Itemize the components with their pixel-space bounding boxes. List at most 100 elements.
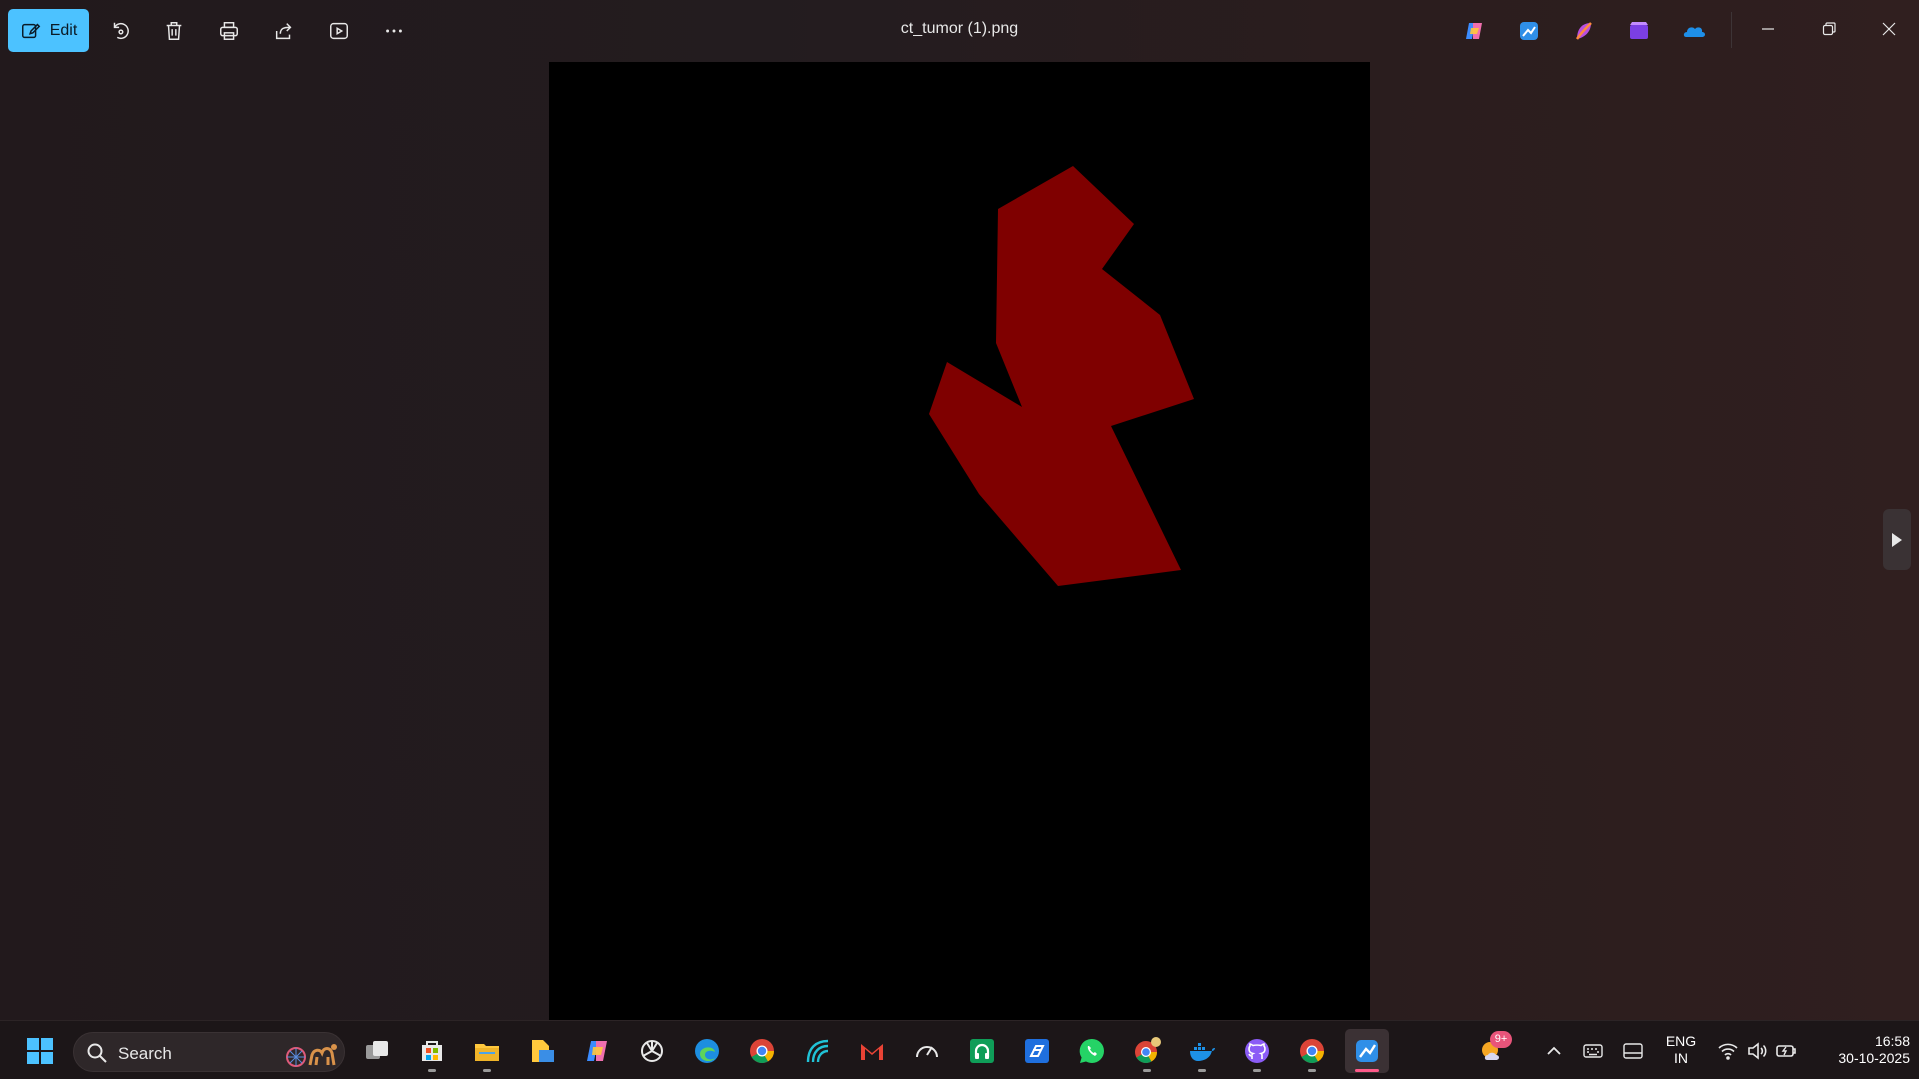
restore-icon bbox=[1822, 22, 1836, 36]
language-indicator[interactable]: ENG IN bbox=[1659, 1033, 1703, 1067]
language-code: ENG bbox=[1665, 1033, 1697, 1049]
running-indicator bbox=[1198, 1069, 1206, 1072]
close-icon bbox=[1882, 22, 1896, 36]
edit-image-icon bbox=[21, 23, 40, 38]
title-bar: Edit ct_tumor (1).png bbox=[0, 0, 1919, 61]
start-button[interactable] bbox=[18, 1029, 62, 1073]
chatgpt-icon bbox=[641, 1040, 663, 1062]
delete-button[interactable] bbox=[158, 15, 190, 47]
running-indicator bbox=[1253, 1069, 1261, 1072]
minimize-icon bbox=[1762, 28, 1774, 30]
chevron-up-icon[interactable] bbox=[1543, 1040, 1565, 1062]
rotate-icon bbox=[113, 22, 129, 40]
share-icon bbox=[275, 23, 292, 40]
keyboard-icon[interactable] bbox=[1582, 1040, 1604, 1062]
edit-button[interactable]: Edit bbox=[8, 9, 89, 52]
automate-icon bbox=[1025, 1039, 1049, 1063]
taskbar-copilot[interactable] bbox=[575, 1029, 619, 1073]
clock[interactable]: 16:58 30-10-2025 bbox=[1812, 1033, 1910, 1067]
ct-tumor-image bbox=[549, 62, 1370, 1020]
rotate-button[interactable] bbox=[104, 15, 136, 47]
speedometer-icon bbox=[916, 1046, 938, 1058]
docker-icon bbox=[1190, 1043, 1215, 1061]
copilot-button[interactable] bbox=[1458, 15, 1490, 47]
search-highlight-icon bbox=[286, 1044, 337, 1067]
clipchamp-button[interactable] bbox=[1623, 15, 1655, 47]
gmail-icon bbox=[861, 1044, 883, 1060]
photos-icon bbox=[1356, 1040, 1378, 1062]
designer-button[interactable] bbox=[1568, 15, 1600, 47]
chrome-icon bbox=[1135, 1037, 1161, 1063]
taskbar-search[interactable]: Search bbox=[73, 1032, 345, 1072]
taskbar-chrome-profile[interactable] bbox=[1125, 1029, 1169, 1073]
title-separator bbox=[1731, 12, 1732, 48]
taskbar-speedtest[interactable] bbox=[905, 1029, 949, 1073]
store-icon bbox=[422, 1041, 442, 1061]
volume-icon[interactable] bbox=[1746, 1040, 1768, 1062]
onedrive-button[interactable] bbox=[1678, 15, 1710, 47]
minimize-button[interactable] bbox=[1745, 8, 1791, 50]
slideshow-icon bbox=[330, 22, 348, 40]
taskbar-chatgpt[interactable] bbox=[630, 1029, 674, 1073]
image-viewer-canvas[interactable] bbox=[549, 62, 1370, 1020]
taskbar-store[interactable] bbox=[410, 1029, 454, 1073]
designer-icon bbox=[1575, 22, 1592, 40]
folder-icon bbox=[475, 1044, 499, 1061]
wave-icon bbox=[806, 1039, 829, 1063]
edge-icon bbox=[695, 1039, 719, 1063]
next-image-button[interactable] bbox=[1883, 509, 1911, 570]
delete-icon bbox=[166, 22, 182, 40]
task-view-icon bbox=[366, 1041, 388, 1059]
running-indicator bbox=[1308, 1069, 1316, 1072]
taskbar-edge[interactable] bbox=[685, 1029, 729, 1073]
share-button[interactable] bbox=[268, 15, 300, 47]
taskbar-files-app[interactable] bbox=[520, 1029, 564, 1073]
clipchamp-icon bbox=[1630, 22, 1648, 39]
active-indicator bbox=[1355, 1069, 1379, 1072]
taskbar-github[interactable] bbox=[1235, 1029, 1279, 1073]
taskbar-file-explorer[interactable] bbox=[465, 1029, 509, 1073]
taskbar-power-automate[interactable] bbox=[1015, 1029, 1059, 1073]
close-button[interactable] bbox=[1866, 8, 1912, 50]
print-icon bbox=[220, 22, 238, 40]
headset-icon bbox=[970, 1039, 994, 1063]
copilot-icon bbox=[587, 1041, 607, 1061]
taskbar: Search 9+ ENG IN 16:58 30-10-2025 bbox=[0, 1020, 1919, 1079]
language-region: IN bbox=[1674, 1050, 1688, 1066]
clock-date: 30-10-2025 bbox=[1838, 1050, 1910, 1066]
search-label: Search bbox=[118, 1044, 172, 1063]
more-options-button[interactable] bbox=[378, 15, 410, 47]
slideshow-button[interactable] bbox=[323, 15, 355, 47]
whatsapp-icon bbox=[1079, 1038, 1104, 1063]
running-indicator bbox=[1143, 1069, 1151, 1072]
taskbar-headset-app[interactable] bbox=[960, 1029, 1004, 1073]
search-icon bbox=[87, 1043, 107, 1063]
running-indicator bbox=[483, 1069, 491, 1072]
copilot-icon bbox=[1466, 23, 1482, 39]
edit-button-label: Edit bbox=[49, 21, 78, 39]
restore-button[interactable] bbox=[1806, 8, 1852, 50]
more-icon bbox=[386, 29, 402, 33]
photos-edit-button[interactable] bbox=[1513, 15, 1545, 47]
files-icon bbox=[532, 1040, 554, 1062]
taskbar-gmail[interactable] bbox=[850, 1029, 894, 1073]
tablet-mode-icon[interactable] bbox=[1622, 1040, 1644, 1062]
chrome-icon bbox=[750, 1039, 774, 1064]
taskbar-chrome-2[interactable] bbox=[1290, 1029, 1334, 1073]
running-indicator bbox=[428, 1069, 436, 1072]
battery-charging-icon[interactable] bbox=[1775, 1040, 1797, 1062]
taskbar-photos[interactable] bbox=[1345, 1029, 1389, 1073]
taskbar-whatsapp[interactable] bbox=[1070, 1029, 1114, 1073]
task-view-button[interactable] bbox=[355, 1029, 399, 1073]
onedrive-icon bbox=[1683, 27, 1705, 37]
taskbar-wave-app[interactable] bbox=[795, 1029, 839, 1073]
print-button[interactable] bbox=[213, 15, 245, 47]
wifi-icon[interactable] bbox=[1717, 1040, 1739, 1062]
taskbar-chrome[interactable] bbox=[740, 1029, 784, 1073]
photos-icon bbox=[1520, 22, 1538, 40]
taskbar-docker[interactable] bbox=[1180, 1029, 1224, 1073]
windows-logo-icon bbox=[27, 1038, 53, 1064]
clock-time: 16:58 bbox=[1874, 1033, 1910, 1049]
github-icon bbox=[1245, 1039, 1269, 1063]
weather-badge: 9+ bbox=[1490, 1031, 1512, 1048]
